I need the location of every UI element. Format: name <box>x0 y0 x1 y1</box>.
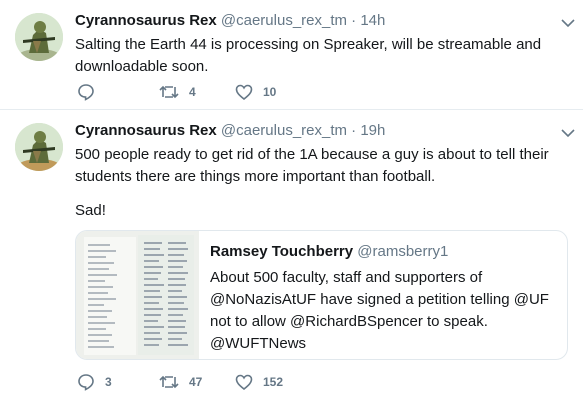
separator-dot: · <box>351 12 357 29</box>
quoted-tweet-image[interactable] <box>76 231 199 359</box>
author-name[interactable]: Cyrannosaurus Rex <box>75 122 217 139</box>
author-handle[interactable]: @caerulus_rex_tm <box>221 12 347 29</box>
tweet-header: Cyrannosaurus Rex @caerulus_rex_tm · 14h <box>75 12 385 29</box>
quoted-author-handle[interactable]: @ramsberry1 <box>357 243 448 260</box>
retweet-button[interactable]: 4 <box>159 82 196 102</box>
quoted-tweet-text: About 500 faculty, staff and supporters … <box>210 269 549 352</box>
heart-icon <box>235 374 253 390</box>
avatar[interactable] <box>15 13 63 61</box>
reply-button[interactable] <box>77 82 105 102</box>
tweet-text: 500 people ready to get rid of the 1A be… <box>75 146 549 185</box>
separator-dot: · <box>351 122 357 139</box>
retweet-button[interactable]: 47 <box>159 372 202 392</box>
heart-icon <box>235 84 253 100</box>
like-count: 152 <box>263 375 284 389</box>
like-count: 10 <box>263 85 277 99</box>
quoted-author-name[interactable]: Ramsey Touchberry <box>210 243 353 260</box>
retweet-icon <box>159 375 179 389</box>
tweet-actions: 3 47 152 <box>75 372 375 392</box>
like-button[interactable]: 152 <box>235 372 283 392</box>
tweet-header: Cyrannosaurus Rex @caerulus_rex_tm · 19h <box>75 122 385 139</box>
tweet-actions: 4 10 <box>75 82 375 102</box>
tweet[interactable]: Cyrannosaurus Rex @caerulus_rex_tm · 14h… <box>0 0 583 110</box>
avatar[interactable] <box>15 123 63 171</box>
quoted-tweet-header: Ramsey Touchberry @ramsberry1 <box>210 243 448 260</box>
reply-icon <box>78 374 94 391</box>
tweet-text: Salting the Earth 44 is processing on Sp… <box>75 36 542 75</box>
tweet[interactable]: Cyrannosaurus Rex @caerulus_rex_tm · 19h… <box>0 110 583 407</box>
author-name[interactable]: Cyrannosaurus Rex <box>75 12 217 29</box>
reply-count: 3 <box>105 375 112 389</box>
like-button[interactable]: 10 <box>235 82 276 102</box>
chevron-down-icon[interactable] <box>561 125 575 138</box>
quoted-tweet[interactable]: Ramsey Touchberry @ramsberry1 About 500 … <box>75 230 568 360</box>
tweet-text-line: Sad! <box>75 202 106 219</box>
reply-icon <box>78 84 94 101</box>
retweet-count: 47 <box>189 375 203 389</box>
reply-button[interactable]: 3 <box>77 372 112 392</box>
timestamp[interactable]: 14h <box>360 12 385 29</box>
timestamp[interactable]: 19h <box>360 122 385 139</box>
retweet-icon <box>159 85 179 99</box>
author-handle[interactable]: @caerulus_rex_tm <box>221 122 347 139</box>
chevron-down-icon[interactable] <box>561 15 575 28</box>
retweet-count: 4 <box>189 85 196 99</box>
